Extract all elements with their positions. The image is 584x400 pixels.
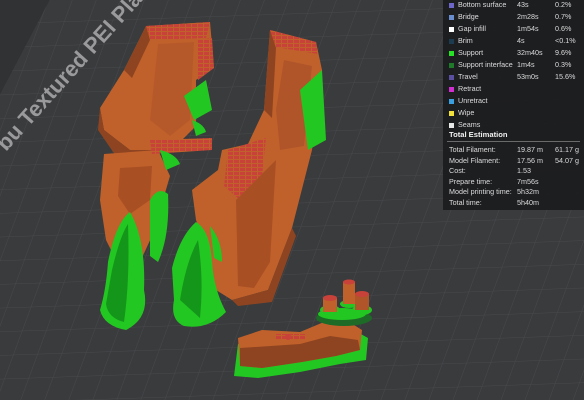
legend-row[interactable]: Retract [443, 84, 584, 94]
legend-panel: Bottom surface 43s 0.2% Bridge 2m28s 0.7% Gap … [443, 0, 584, 210]
legend-swatch [449, 86, 454, 92]
legend-label: Support interface [458, 60, 513, 70]
legend-label: Gap infill [458, 24, 486, 34]
estimation-label: Cost: [449, 166, 466, 175]
legend-label: Wipe [458, 108, 475, 118]
legend-label: Support [458, 48, 484, 58]
estimation-row: Total time: 5h40m [443, 197, 584, 209]
legend-row[interactable]: Wipe [443, 108, 584, 118]
legend-percent: 9.6% [555, 48, 572, 58]
legend-label: Unretract [458, 96, 488, 106]
legend-percent: 15.6% [555, 72, 576, 82]
legend-swatch [449, 110, 454, 116]
estimation-title: Total Estimation [449, 130, 508, 139]
legend-row[interactable]: Travel 53m0s 15.6% [443, 72, 584, 82]
legend-swatch [449, 26, 454, 32]
estimation-label: Model Filament: [449, 155, 501, 165]
legend-swatch [449, 2, 454, 8]
legend-swatch [449, 38, 454, 44]
legend-row[interactable]: Bridge 2m28s 0.7% [443, 12, 584, 22]
legend-swatch [449, 74, 454, 80]
legend-swatch [449, 98, 454, 104]
estimation-row: Cost: 1.53 [443, 167, 584, 177]
legend-row[interactable]: Bottom surface 43s 0.2% [443, 0, 584, 10]
legend-swatch [449, 62, 454, 68]
legend-percent: 0.2% [555, 0, 572, 10]
legend-time: 53m0s [517, 72, 539, 82]
legend-label: Seams [458, 120, 481, 130]
estimation-value: 7m56s [517, 176, 539, 186]
estimation-row: Model printing time: 5h32m [443, 188, 584, 198]
estimation-label: Model printing time: [449, 187, 512, 196]
legend-row[interactable]: Support interface 1m4s 0.3% [443, 60, 584, 70]
legend-percent: 0.3% [555, 60, 572, 70]
legend-row[interactable]: Support 32m40s 9.6% [443, 48, 584, 58]
legend-time: 43s [517, 0, 529, 10]
legend-label: Brim [458, 36, 473, 46]
estimation-value: 5h40m [517, 197, 539, 207]
estimation-row: Model Filament: 17.56 m 54.07 g [443, 155, 584, 167]
estimation-value: 19.87 m [517, 145, 543, 154]
legend-time: 1m54s [517, 24, 539, 34]
legend-percent: 0.7% [555, 12, 572, 22]
legend-percent: 0.6% [555, 24, 572, 34]
legend-row[interactable]: Unretract [443, 96, 584, 106]
legend-label: Bottom surface [458, 0, 507, 10]
legend-row[interactable]: Seams [443, 120, 584, 130]
legend-percent: <0.1% [555, 36, 576, 46]
estimation-value: 5h32m [517, 187, 539, 196]
legend-time: 32m40s [517, 48, 543, 58]
legend-swatch [449, 14, 454, 20]
legend-row[interactable]: Brim 4s <0.1% [443, 36, 584, 46]
legend-time: 2m28s [517, 12, 539, 22]
legend-row[interactable]: Gap infill 1m54s 0.6% [443, 24, 584, 34]
estimation-row: Prepare time: 7m56s [443, 176, 584, 188]
estimation-value-secondary: 54.07 g [555, 155, 579, 165]
estimation-separator [447, 141, 580, 142]
estimation-label: Total Filament: [449, 145, 496, 154]
legend-swatch [449, 50, 454, 56]
legend-label: Bridge [458, 12, 479, 22]
legend-label: Retract [458, 84, 482, 94]
estimation-label: Prepare time: [449, 176, 493, 186]
estimation-value: 1.53 [517, 166, 531, 175]
legend-label: Travel [458, 72, 478, 82]
estimation-value: 17.56 m [517, 155, 543, 165]
legend-time: 4s [517, 36, 525, 46]
estimation-label: Total time: [449, 197, 482, 207]
slicer-preview: bu Textured PEI Plate [0, 0, 584, 400]
legend-time: 1m4s [517, 60, 535, 70]
estimation-row: Total Filament: 19.87 m 61.17 g [443, 146, 584, 156]
legend-swatch [449, 122, 454, 128]
estimation-value-secondary: 61.17 g [555, 145, 579, 154]
